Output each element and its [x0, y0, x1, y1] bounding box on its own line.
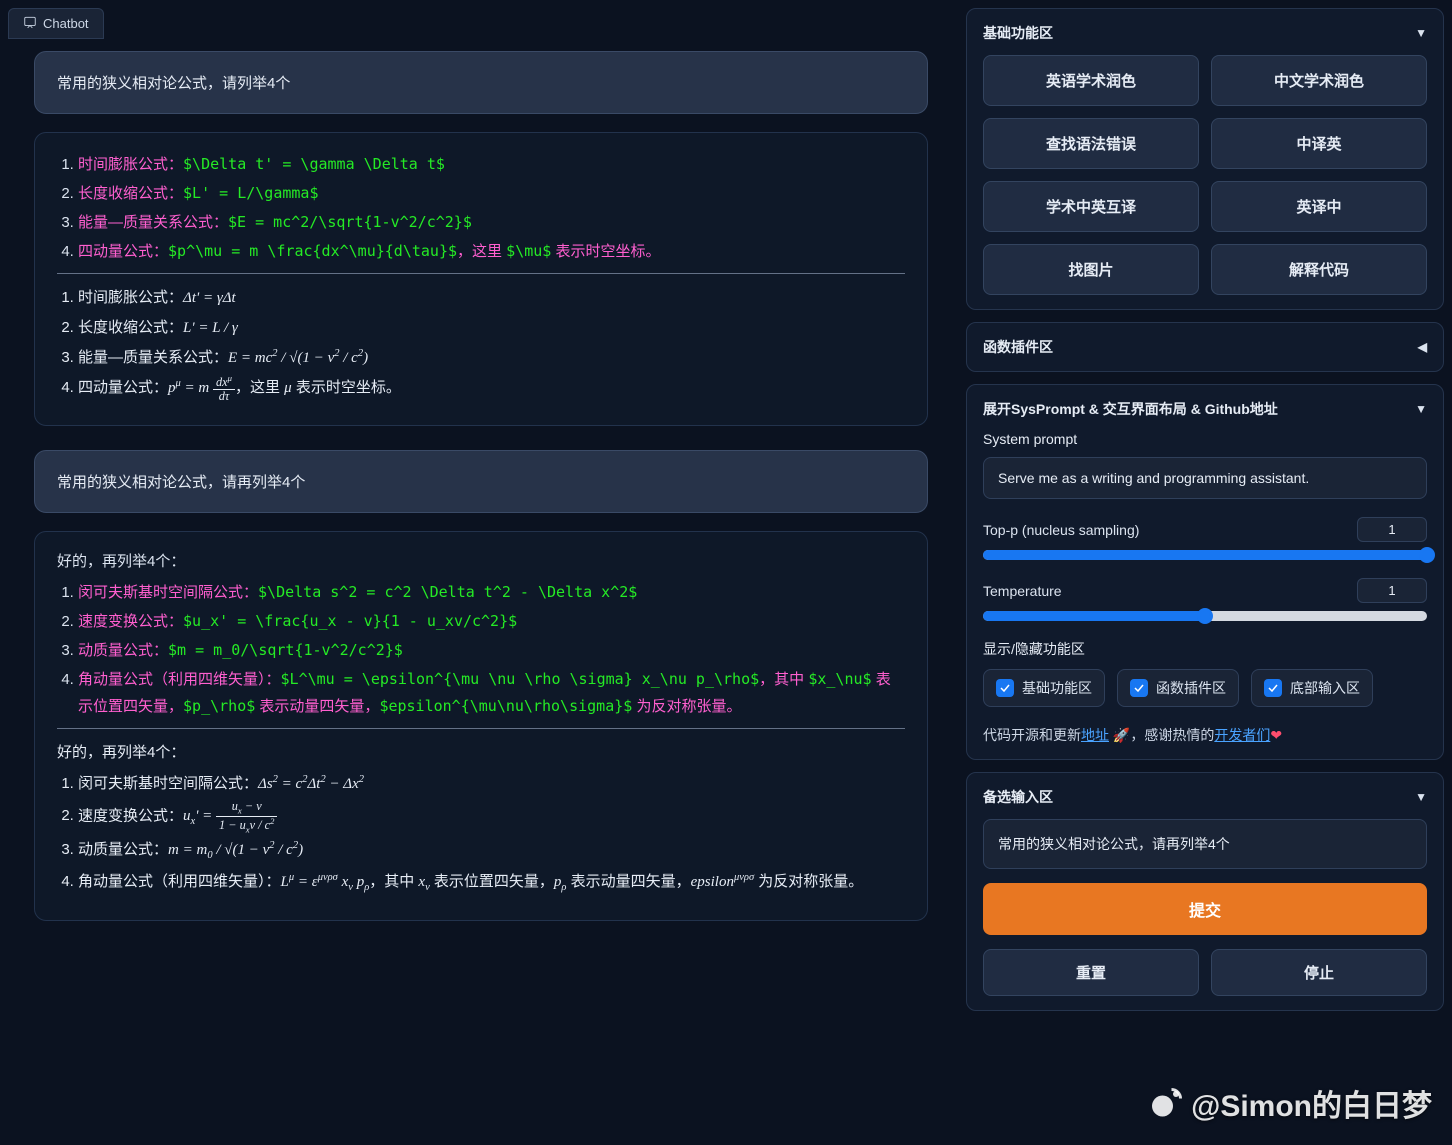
chat-scroll[interactable]: 常用的狭义相对论公式，请列举4个 时间膨胀公式：$\Delta t' = \ga…: [8, 47, 954, 1137]
formula-label: 能量—质量关系公式：: [78, 214, 228, 231]
panel-title: 备选输入区: [983, 787, 1053, 807]
panel-title: 展开SysPrompt & 交互界面布局 & Github地址: [983, 399, 1278, 419]
alt-input-panel: 备选输入区 ▼ 常用的狭义相对论公式，请再列举4个 提交 重置 停止: [966, 772, 1444, 1011]
user-message: 常用的狭义相对论公式，请列举4个: [34, 51, 928, 114]
system-prompt-label: System prompt: [983, 431, 1427, 447]
checkbox-group: 基础功能区 函数插件区 底部输入区: [983, 669, 1427, 707]
formula-label: 闵可夫斯基时空间隔公式：: [78, 584, 258, 601]
fn-button[interactable]: 中文学术润色: [1211, 55, 1427, 106]
bot-source-block: 时间膨胀公式：$\Delta t' = \gamma \Delta t$ 长度收…: [57, 151, 905, 274]
alt-input-textarea[interactable]: 常用的狭义相对论公式，请再列举4个: [983, 819, 1427, 869]
checkbox-label: 基础功能区: [1022, 678, 1092, 698]
chat-tab-label: Chatbot: [43, 16, 89, 31]
panel-header[interactable]: 备选输入区 ▼: [983, 787, 1427, 807]
bot-message: 时间膨胀公式：$\Delta t' = \gamma \Delta t$ 长度收…: [34, 132, 928, 426]
formula-label: 角动量公式（利用四维矢量）：: [78, 671, 281, 688]
formula-latex: $u_x' = \frac{u_x - v}{1 - u_xv/c^2}$: [183, 612, 517, 630]
submit-button[interactable]: 提交: [983, 883, 1427, 935]
topp-slider: Top-p (nucleus sampling) 1: [983, 517, 1427, 560]
formula-latex: $p^\mu = m \frac{dx^\mu}{d\tau}$: [168, 242, 457, 260]
panel-title: 基础功能区: [983, 23, 1053, 43]
button-grid: 英语学术润色 中文学术润色 查找语法错误 中译英 学术中英互译 英译中 找图片 …: [983, 55, 1427, 295]
bot-rendered-block: 好的，再列举4个： 闵可夫斯基时空间隔公式：Δs2 = c2Δt2 − Δx2 …: [57, 739, 905, 898]
checkbox-icon: [1264, 679, 1282, 697]
user-text: 常用的狭义相对论公式，请再列举4个: [57, 474, 305, 491]
side-panel: 基础功能区 ▼ 英语学术润色 中文学术润色 查找语法错误 中译英 学术中英互译 …: [966, 8, 1444, 1137]
heart-icon: ❤: [1270, 727, 1282, 743]
formula-latex: $E = mc^2/\sqrt{1-v^2/c^2}$: [228, 213, 472, 231]
checkbox-input[interactable]: 底部输入区: [1251, 669, 1373, 707]
fn-button[interactable]: 学术中英互译: [983, 181, 1199, 232]
formula-label: 长度收缩公式：: [78, 185, 183, 202]
formula-label: 时间膨胀公式：: [78, 156, 183, 173]
slider-fill: [983, 611, 1205, 621]
system-prompt-input[interactable]: Serve me as a writing and programming as…: [983, 457, 1427, 499]
slider-value[interactable]: 1: [1357, 578, 1427, 603]
fn-button[interactable]: 中译英: [1211, 118, 1427, 169]
chat-tab[interactable]: Chatbot: [8, 8, 104, 39]
temperature-slider: Temperature 1: [983, 578, 1427, 621]
user-text: 常用的狭义相对论公式，请列举4个: [57, 75, 290, 92]
slider-label: Top-p (nucleus sampling): [983, 522, 1139, 538]
fn-button[interactable]: 解释代码: [1211, 244, 1427, 295]
chat-icon: [23, 15, 37, 32]
checkbox-label: 底部输入区: [1290, 678, 1360, 698]
formula-label: 速度变换公式：: [78, 613, 183, 630]
panel-title: 函数插件区: [983, 337, 1053, 357]
fn-button[interactable]: 找图片: [983, 244, 1199, 295]
chevron-down-icon: ▼: [1415, 402, 1427, 416]
chat-pane: Chatbot 常用的狭义相对论公式，请列举4个 时间膨胀公式：$\Delta …: [8, 8, 954, 1137]
credits-line: 代码开源和更新地址 🚀，感谢热情的开发者们❤: [983, 725, 1427, 745]
bot-message: 好的，再列举4个： 闵可夫斯基时空间隔公式：$\Delta s^2 = c^2 …: [34, 531, 928, 921]
plugin-panel: 函数插件区 ◀: [966, 322, 1444, 372]
slider-fill: [983, 550, 1427, 560]
chevron-left-icon: ◀: [1418, 340, 1427, 354]
stop-button[interactable]: 停止: [1211, 949, 1427, 996]
panel-header[interactable]: 展开SysPrompt & 交互界面布局 & Github地址 ▼: [983, 399, 1427, 419]
user-message: 常用的狭义相对论公式，请再列举4个: [34, 450, 928, 513]
panel-header[interactable]: 基础功能区 ▼: [983, 23, 1427, 43]
checkbox-basic[interactable]: 基础功能区: [983, 669, 1105, 707]
formula-latex: $m = m_0/\sqrt{1-v^2/c^2}$: [168, 641, 403, 659]
fn-button[interactable]: 英译中: [1211, 181, 1427, 232]
fn-button[interactable]: 查找语法错误: [983, 118, 1199, 169]
formula-latex: $L^\mu = \epsilon^{\mu \nu \rho \sigma} …: [281, 670, 760, 688]
checkbox-icon: [1130, 679, 1148, 697]
checkbox-icon: [996, 679, 1014, 697]
slider-label: Temperature: [983, 583, 1062, 599]
bot-rendered-block: 时间膨胀公式：Δt' = γΔt 长度收缩公式：L' = L / γ 能量—质量…: [57, 284, 905, 403]
sysprompt-panel: 展开SysPrompt & 交互界面布局 & Github地址 ▼ System…: [966, 384, 1444, 760]
formula-label: 四动量公式：: [78, 243, 168, 260]
devs-link[interactable]: 开发者们: [1214, 727, 1270, 743]
formula-latex: $L' = L/\gamma$: [183, 184, 318, 202]
slider-thumb[interactable]: [1197, 608, 1213, 624]
chevron-down-icon: ▼: [1415, 26, 1427, 40]
toggle-section-label: 显示/隐藏功能区: [983, 639, 1427, 659]
formula-latex: $\Delta t' = \gamma \Delta t$: [183, 155, 445, 173]
slider-track[interactable]: [983, 611, 1427, 621]
slider-track[interactable]: [983, 550, 1427, 560]
rocket-icon: 🚀: [1113, 727, 1130, 743]
slider-value[interactable]: 1: [1357, 517, 1427, 542]
formula-latex: $\Delta s^2 = c^2 \Delta t^2 - \Delta x^…: [258, 583, 637, 601]
repo-link[interactable]: 地址: [1081, 727, 1109, 743]
bot-source-block: 闵可夫斯基时空间隔公式：$\Delta s^2 = c^2 \Delta t^2…: [57, 579, 905, 729]
formula-label: 动质量公式：: [78, 642, 168, 659]
panel-header[interactable]: 函数插件区 ◀: [983, 337, 1427, 357]
chevron-down-icon: ▼: [1415, 790, 1427, 804]
reset-button[interactable]: 重置: [983, 949, 1199, 996]
bot-intro: 好的，再列举4个：: [57, 548, 905, 575]
checkbox-plugin[interactable]: 函数插件区: [1117, 669, 1239, 707]
checkbox-label: 函数插件区: [1156, 678, 1226, 698]
fn-button[interactable]: 英语学术润色: [983, 55, 1199, 106]
basic-functions-panel: 基础功能区 ▼ 英语学术润色 中文学术润色 查找语法错误 中译英 学术中英互译 …: [966, 8, 1444, 310]
slider-thumb[interactable]: [1419, 547, 1435, 563]
